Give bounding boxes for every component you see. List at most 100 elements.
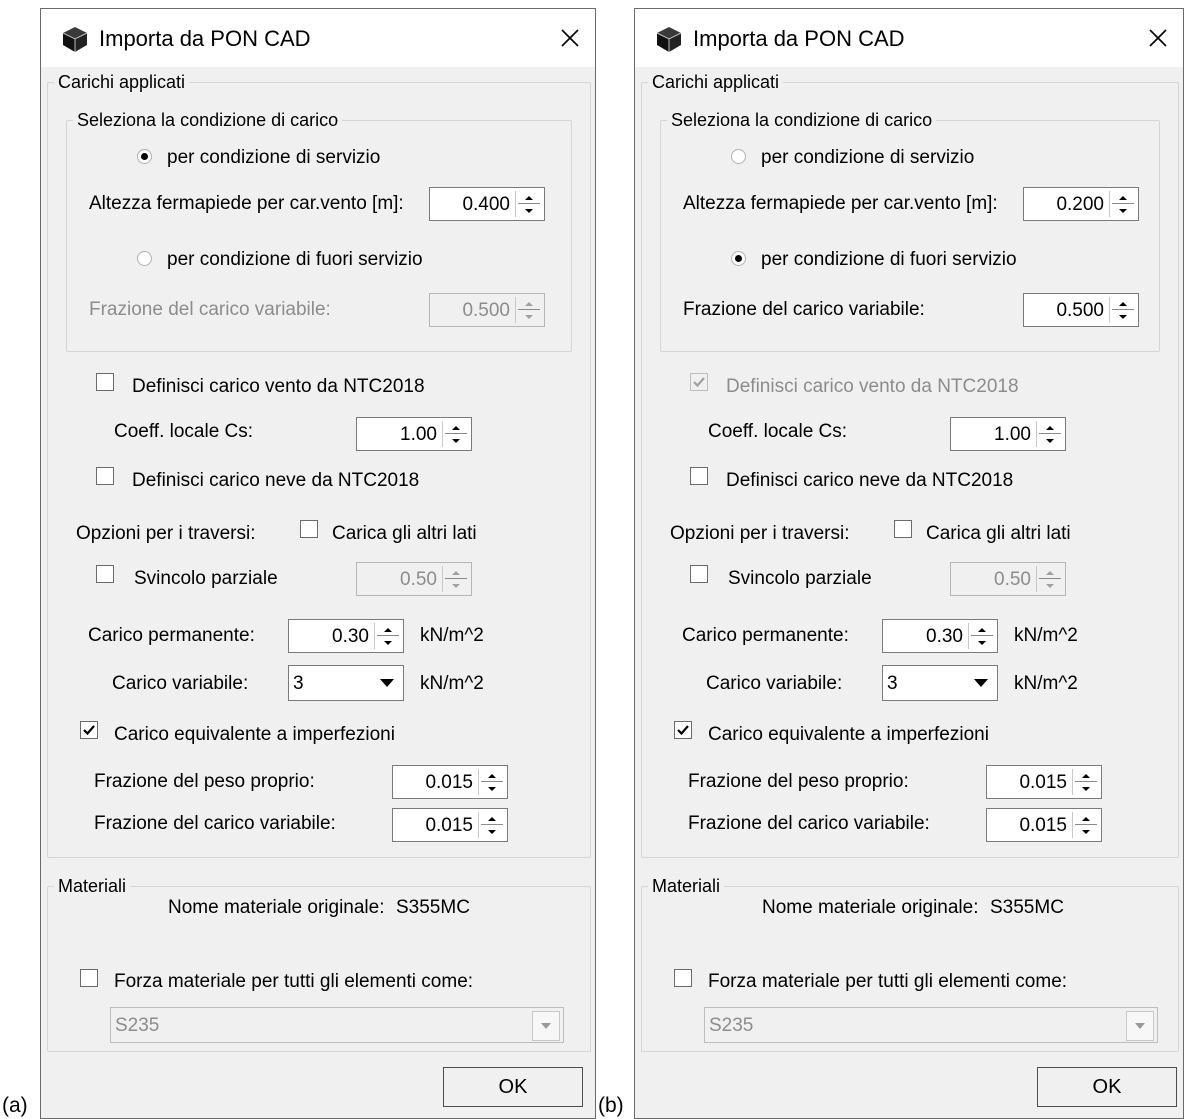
group-condizione-carico: Seleziona la condizione di carico per co… <box>660 109 1160 352</box>
app-cube-icon <box>62 27 88 52</box>
panel-label-a: (a) <box>2 1094 28 1117</box>
vento-checkbox[interactable] <box>96 373 114 391</box>
cs-spinner[interactable]: 1.00 <box>356 417 472 451</box>
chevron-down-icon[interactable] <box>1126 1011 1154 1041</box>
svincolo-spinner[interactable]: 0.50 <box>950 562 1066 596</box>
chevron-down-icon[interactable] <box>374 669 400 697</box>
variabile-label: Carico variabile: <box>112 673 249 694</box>
frazione-var-spinner[interactable]: 0.015 <box>986 808 1102 842</box>
altezza-label: Altezza fermapiede per car.vento [m]: <box>89 193 404 214</box>
altezza-spinner[interactable]: 0.200 <box>1023 187 1139 221</box>
svincolo-value: 0.50 <box>994 569 1031 590</box>
svincolo-spinner[interactable]: 0.50 <box>356 562 472 596</box>
altri-lati-checkbox[interactable] <box>300 520 318 538</box>
group-title: Materiali <box>648 875 725 897</box>
group-carichi-applicati: Carichi applicati Seleziona la condizion… <box>47 71 591 858</box>
spin-down-icon[interactable] <box>1041 579 1059 592</box>
imperfezioni-label: Carico equivalente a imperfezioni <box>708 724 989 745</box>
title-bar: Importa da PON CAD <box>635 9 1183 67</box>
chevron-down-icon[interactable] <box>532 1011 560 1041</box>
svincolo-checkbox[interactable] <box>96 565 114 583</box>
nome-materiale-label: Nome materiale originale: <box>168 897 385 918</box>
imperfezioni-label: Carico equivalente a imperfezioni <box>114 724 395 745</box>
spin-down-icon[interactable] <box>483 825 501 838</box>
spin-down-icon[interactable] <box>973 636 991 649</box>
altezza-value: 0.200 <box>1056 194 1104 215</box>
opzioni-label: Opzioni per i traversi: <box>76 523 256 544</box>
variabile-label: Carico variabile: <box>706 673 843 694</box>
materiale-select[interactable]: S235 <box>704 1007 1158 1043</box>
altri-lati-checkbox[interactable] <box>894 520 912 538</box>
neve-checkbox[interactable] <box>96 467 114 485</box>
forza-materiale-label: Forza materiale per tutti gli elementi c… <box>708 971 1068 992</box>
peso-proprio-spinner[interactable]: 0.015 <box>392 765 508 799</box>
spin-down-icon[interactable] <box>1041 434 1059 447</box>
chevron-down-icon[interactable] <box>968 669 994 697</box>
spin-down-icon[interactable] <box>520 310 538 323</box>
altezza-label: Altezza fermapiede per car.vento [m]: <box>683 193 998 214</box>
variabile-select[interactable]: 3 <box>288 665 404 701</box>
vento-label: Definisci carico vento da NTC2018 <box>132 376 425 397</box>
group-materiali: Materiali Nome materiale originale: S355… <box>47 875 591 1052</box>
spin-down-icon[interactable] <box>1077 825 1095 838</box>
forza-materiale-checkbox[interactable] <box>674 969 692 987</box>
peso-proprio-spinner[interactable]: 0.015 <box>986 765 1102 799</box>
ok-button[interactable]: OK <box>443 1067 583 1107</box>
materiale-select[interactable]: S235 <box>110 1007 564 1043</box>
cs-spinner[interactable]: 1.00 <box>950 417 1066 451</box>
permanente-unit: kN/m^2 <box>1014 625 1078 646</box>
spin-down-icon[interactable] <box>447 579 465 592</box>
spin-down-icon[interactable] <box>1114 204 1132 217</box>
dialog-b: Importa da PON CAD Carichi applicati Sel… <box>634 8 1184 1119</box>
frazione-cond-spinner[interactable]: 0.500 <box>429 293 545 327</box>
peso-proprio-value: 0.015 <box>425 772 473 793</box>
checkmark-icon <box>83 725 95 736</box>
permanente-spinner[interactable]: 0.30 <box>288 619 404 653</box>
variabile-value: 3 <box>293 673 304 694</box>
peso-proprio-label: Frazione del peso proprio: <box>688 771 909 792</box>
neve-label: Definisci carico neve da NTC2018 <box>726 470 1014 491</box>
variabile-select[interactable]: 3 <box>882 665 998 701</box>
svincolo-label: Svincolo parziale <box>728 568 872 589</box>
altezza-spinner[interactable]: 0.400 <box>429 187 545 221</box>
svincolo-checkbox[interactable] <box>690 565 708 583</box>
neve-checkbox[interactable] <box>690 467 708 485</box>
radio-fuori-servizio[interactable] <box>137 251 152 266</box>
group-carichi-applicati: Carichi applicati Seleziona la condizion… <box>641 71 1179 858</box>
forza-materiale-checkbox[interactable] <box>80 969 98 987</box>
ok-button[interactable]: OK <box>1037 1067 1177 1107</box>
radio-fuori-servizio[interactable] <box>731 251 746 266</box>
nome-materiale-label: Nome materiale originale: <box>762 897 979 918</box>
permanente-label: Carico permanente: <box>682 625 849 646</box>
imperfezioni-checkbox[interactable] <box>674 721 692 739</box>
vento-checkbox[interactable] <box>690 373 708 391</box>
spin-down-icon[interactable] <box>379 636 397 649</box>
spin-down-icon[interactable] <box>520 204 538 217</box>
spin-down-icon[interactable] <box>447 434 465 447</box>
cs-value: 1.00 <box>400 424 437 445</box>
close-button[interactable] <box>1141 21 1175 55</box>
radio-servizio[interactable] <box>137 149 152 164</box>
spin-down-icon[interactable] <box>483 782 501 795</box>
close-icon <box>1149 29 1167 47</box>
close-button[interactable] <box>553 21 587 55</box>
radio-servizio[interactable] <box>731 149 746 164</box>
frazione-cond-spinner[interactable]: 0.500 <box>1023 293 1139 327</box>
frazione-var-value: 0.015 <box>425 815 473 836</box>
altri-lati-label: Carica gli altri lati <box>332 523 477 544</box>
svincolo-label: Svincolo parziale <box>134 568 278 589</box>
permanente-spinner[interactable]: 0.30 <box>882 619 998 653</box>
frazione-var-value: 0.015 <box>1019 815 1067 836</box>
spin-down-icon[interactable] <box>1077 782 1095 795</box>
frazione-cond-label: Frazione del carico variabile: <box>683 299 925 320</box>
svincolo-value: 0.50 <box>400 569 437 590</box>
materiale-select-value: S235 <box>115 1015 160 1036</box>
frazione-var-spinner[interactable]: 0.015 <box>392 808 508 842</box>
frazione-cond-value: 0.500 <box>462 300 510 321</box>
imperfezioni-checkbox[interactable] <box>80 721 98 739</box>
peso-proprio-value: 0.015 <box>1019 772 1067 793</box>
frazione-var-label: Frazione del carico variabile: <box>688 813 930 834</box>
close-icon <box>561 29 579 47</box>
spin-down-icon[interactable] <box>1114 310 1132 323</box>
radio-fuori-label: per condizione di fuori servizio <box>761 249 1017 270</box>
